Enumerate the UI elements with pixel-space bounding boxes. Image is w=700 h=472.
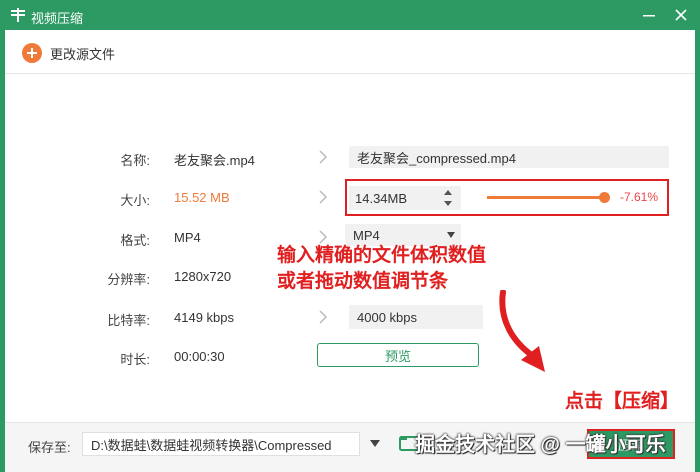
chevron-right-icon	[319, 150, 328, 164]
toolbar: 更改源文件	[5, 30, 695, 74]
click-hint: 点击【压缩】	[565, 391, 680, 412]
duration-label: 时长:	[120, 352, 150, 367]
duration-value: 00:00:30	[174, 349, 225, 364]
format-value: MP4	[174, 230, 201, 245]
change-source-label: 更改源文件	[50, 46, 116, 62]
preview-button[interactable]: 预览	[317, 343, 479, 367]
window-title: 视频压缩	[31, 11, 84, 26]
save-path-value: D:\数据蛙\数据蛙视频转换器\Compressed	[91, 437, 332, 453]
add-circle-icon	[22, 43, 42, 63]
title-bar: 视频压缩	[0, 0, 700, 30]
bitrate-value: 4149 kbps	[174, 310, 234, 325]
output-name-field[interactable]: 老友聚会_compressed.mp4	[349, 146, 669, 168]
resolution-value: 1280x720	[174, 269, 232, 284]
size-value: 15.52 MB	[174, 190, 230, 205]
chevron-right-icon	[319, 310, 328, 324]
size-slider-handle[interactable]	[599, 192, 610, 203]
close-icon[interactable]	[672, 6, 690, 24]
change-source-button[interactable]: 更改源文件	[22, 42, 115, 64]
annotation-line-1: 输入精确的文件体积数值	[277, 245, 487, 266]
arrow-annotation-icon	[499, 290, 545, 372]
bitrate-field[interactable]: 4000 kbps	[349, 305, 483, 329]
format-selected: MP4	[353, 227, 380, 243]
chevron-down-icon[interactable]	[370, 440, 380, 447]
size-slider-track[interactable]	[487, 196, 605, 199]
resolution-label: 分辨率:	[107, 272, 150, 287]
spinner-arrows-icon[interactable]	[441, 186, 455, 210]
format-label: 格式:	[120, 233, 150, 248]
bitrate-label: 比特率:	[107, 313, 150, 328]
save-to-label: 保存至:	[28, 440, 71, 455]
chevron-right-icon	[319, 230, 328, 244]
size-percent: -7.61%	[620, 190, 659, 204]
annotation-instruction: 输入精确的文件体积数值 或者拖动数值调节条	[277, 243, 486, 295]
app-logo-icon	[11, 8, 25, 22]
chevron-down-icon	[447, 232, 455, 238]
size-input-value: 14.34MB	[355, 190, 408, 206]
annotation-line-2: 或者拖动数值调节条	[277, 271, 449, 292]
watermark-text: 掘金技术社区 @ 一罐小可乐	[415, 434, 666, 456]
save-path-field[interactable]: D:\数据蛙\数据蛙视频转换器\Compressed	[82, 432, 360, 456]
size-label: 大小:	[120, 193, 150, 208]
bitrate-output-value: 4000 kbps	[357, 309, 417, 325]
name-value: 老友聚会.mp4	[174, 153, 255, 168]
minimize-icon[interactable]	[640, 6, 658, 24]
name-label: 名称:	[120, 153, 150, 168]
output-name-value: 老友聚会_compressed.mp4	[357, 150, 516, 166]
chevron-right-icon	[319, 190, 328, 204]
